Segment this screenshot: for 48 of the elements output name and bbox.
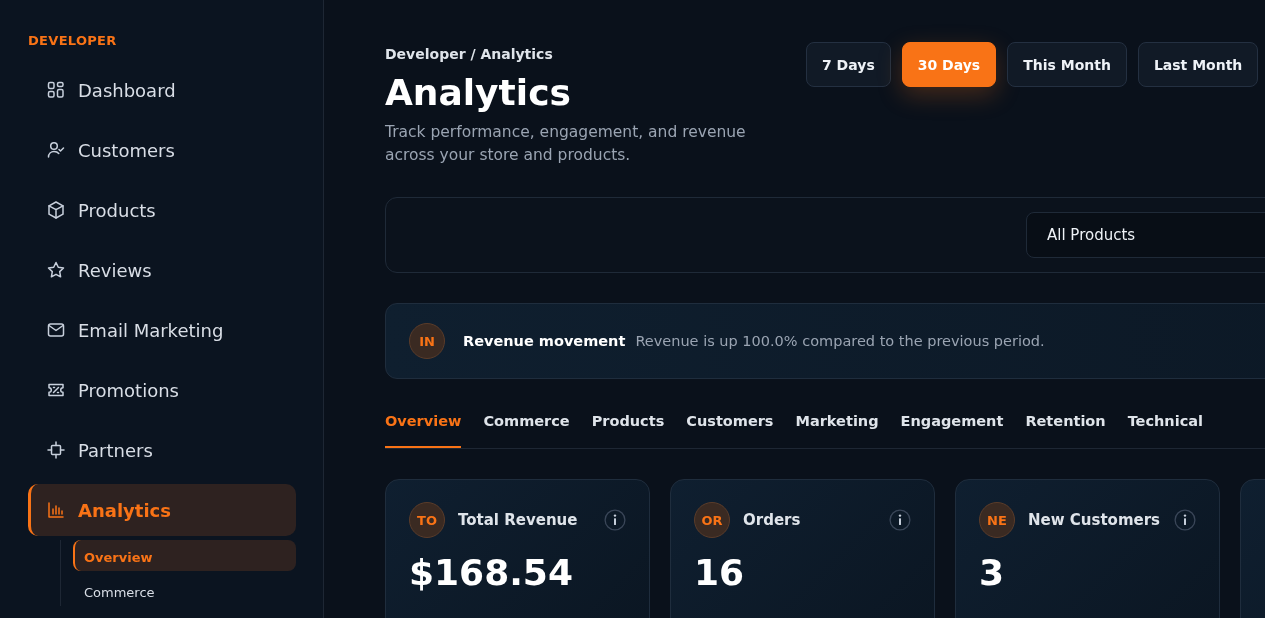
mail-icon [46, 320, 66, 340]
insight-title: Revenue movement [463, 333, 626, 349]
metric-badge: NE [979, 502, 1015, 538]
nav-item[interactable]: Dashboard [28, 64, 296, 116]
section-label: DEVELOPER [28, 33, 118, 48]
bar-chart-icon [46, 500, 66, 520]
page-title: Analytics [385, 72, 572, 113]
tab[interactable]: Engagement [900, 413, 1004, 448]
date-range-button[interactable]: This Month [1007, 42, 1127, 87]
tab[interactable]: Customers [686, 413, 774, 448]
nav-item[interactable]: Products [28, 184, 296, 236]
subnav-item[interactable]: Overview [73, 540, 296, 571]
date-range-button[interactable]: Last Month [1137, 42, 1259, 87]
breadcrumb: Developer / Analytics [385, 46, 554, 62]
metric-value: 16 [694, 552, 746, 593]
nav-item[interactable]: Reviews [28, 244, 296, 296]
metric-value: $168.54 [409, 552, 574, 593]
insight-badge: IN [409, 323, 445, 359]
tab[interactable]: Products [591, 413, 665, 448]
user-check-icon [46, 140, 66, 160]
tab[interactable]: Marketing [795, 413, 879, 448]
nav-item[interactable]: Analytics [28, 484, 296, 536]
info-icon[interactable] [1174, 509, 1196, 531]
page-subtitle: Track performance, engagement, and revenue across your store and products. [385, 122, 747, 166]
metric-badge: OR [694, 502, 730, 538]
tab[interactable]: Commerce [483, 413, 570, 448]
metric-badge: TO [409, 502, 445, 538]
tab[interactable]: Retention [1025, 413, 1106, 448]
metric-title: Total Revenue [458, 511, 579, 529]
nav-item[interactable]: Customers [28, 124, 296, 176]
nav-item[interactable]: Partners [28, 424, 296, 476]
subnav-item[interactable]: Commerce [73, 575, 296, 606]
tab[interactable]: Overview [385, 413, 462, 448]
star-icon [46, 260, 66, 280]
metric-title: New Customers [1028, 511, 1161, 529]
nav-item[interactable]: Promotions [28, 364, 296, 416]
chip-icon [46, 440, 66, 460]
insight-text: Revenue is up 100.0% compared to the previous period. [635, 333, 1045, 349]
box-icon [46, 200, 66, 220]
nav-item[interactable]: Email Marketing [28, 304, 296, 356]
metric-title: Orders [743, 511, 802, 529]
date-range-button[interactable]: 7 Days [806, 42, 891, 87]
grid-icon [46, 80, 66, 100]
metric-value: 3 [979, 552, 1006, 593]
product-select[interactable]: All Products [1026, 212, 1265, 258]
info-icon[interactable] [889, 509, 911, 531]
info-icon[interactable] [604, 509, 626, 531]
tab[interactable]: Technical [1127, 413, 1204, 448]
